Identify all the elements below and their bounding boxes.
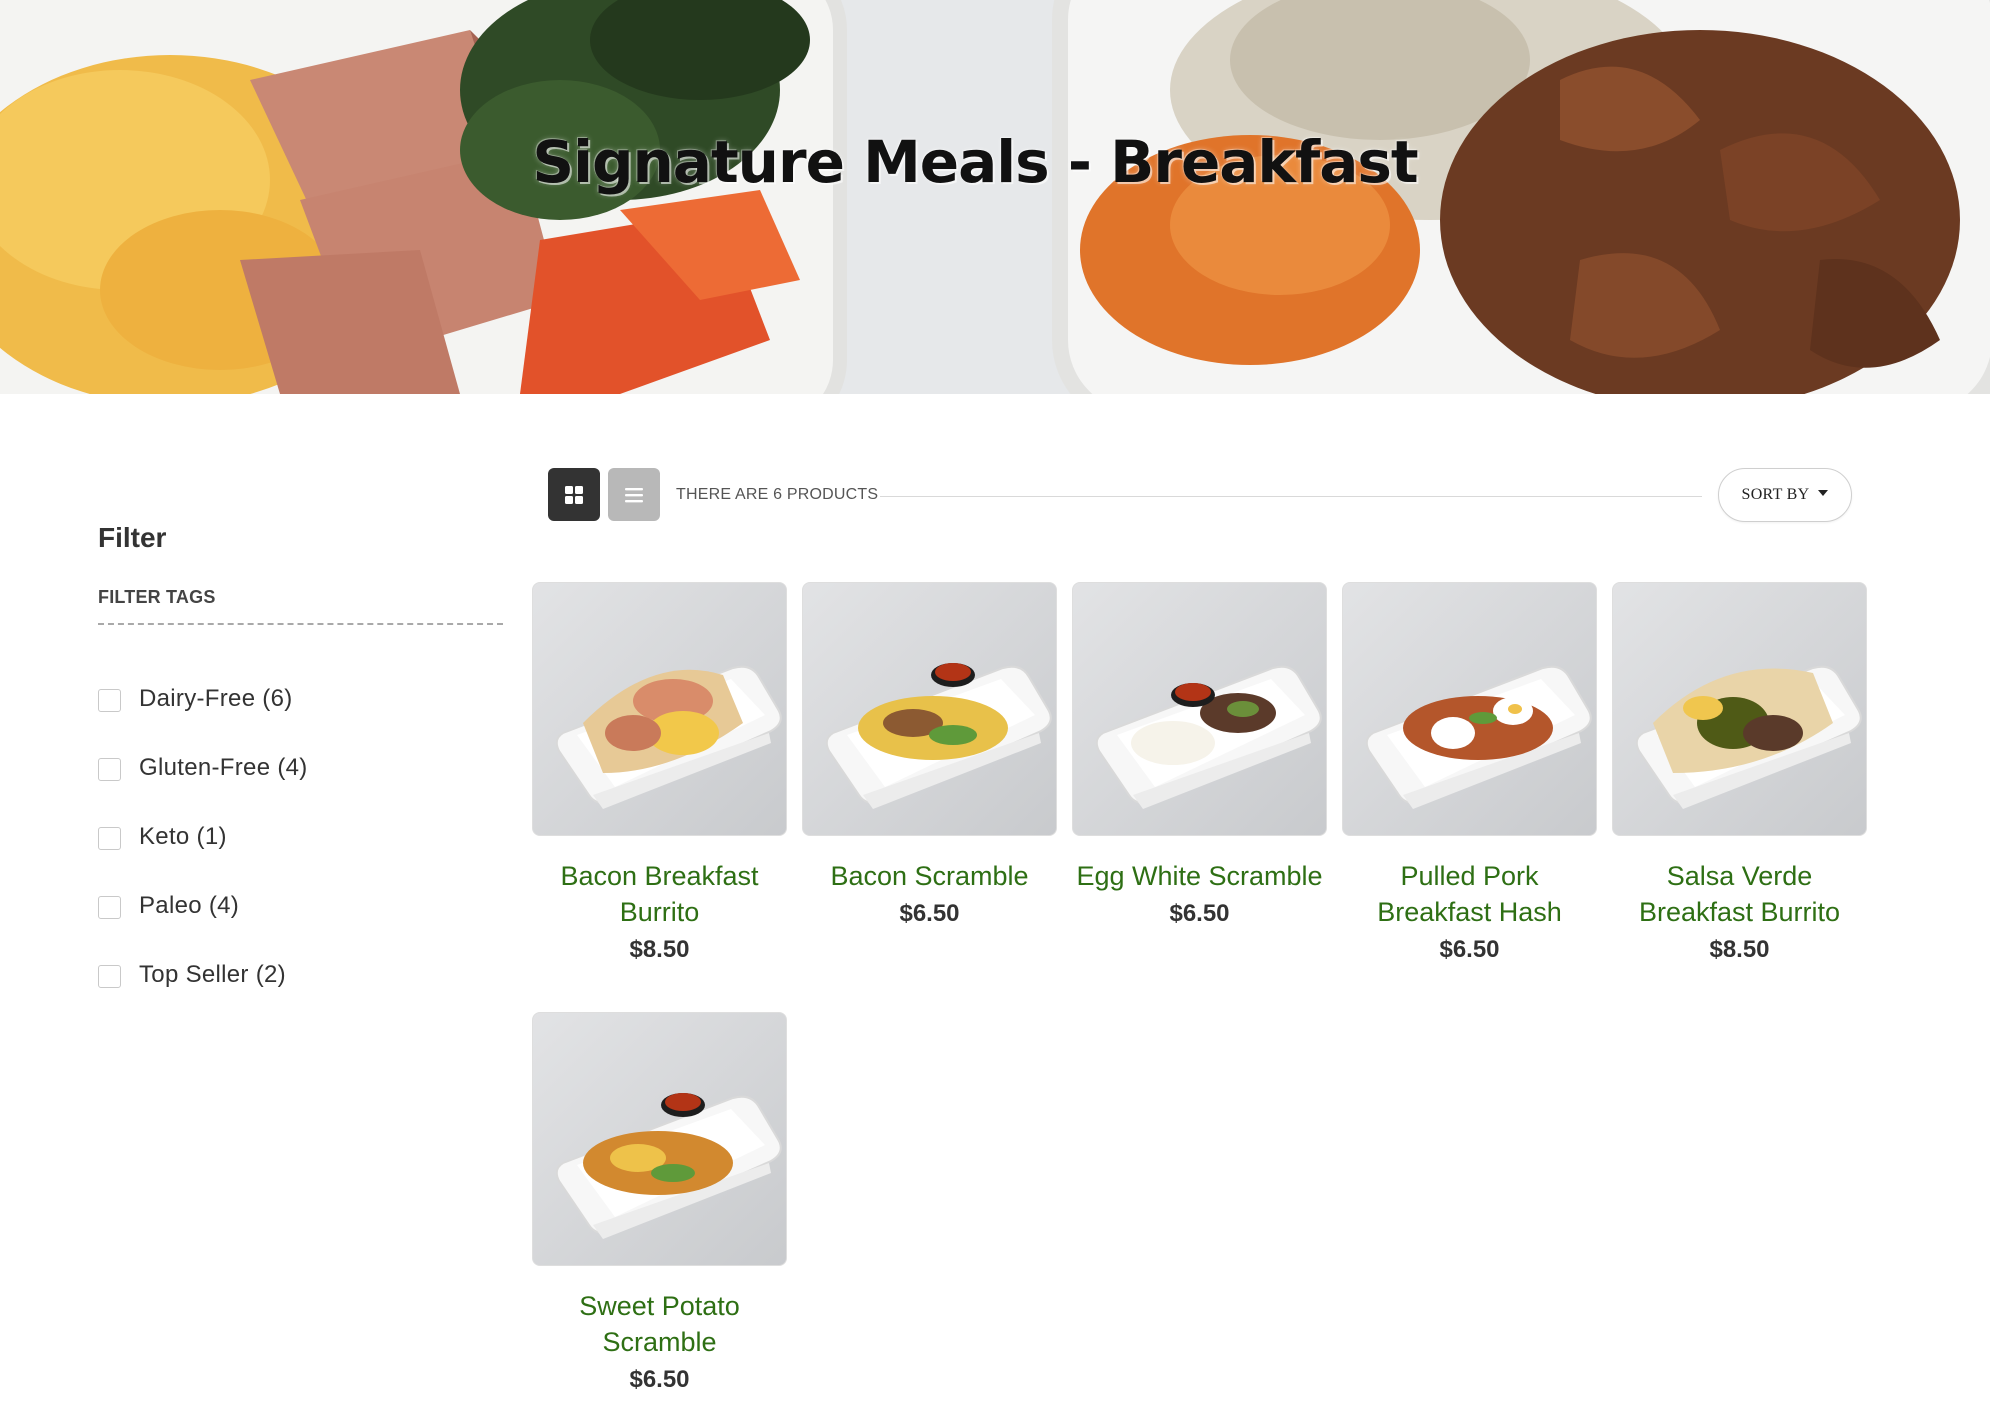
- product-image[interactable]: [802, 582, 1057, 836]
- product-price: $6.50: [1439, 936, 1500, 963]
- page-title: Signature Meals - Breakfast: [532, 128, 1418, 196]
- gluten-free-checkbox[interactable]: [98, 758, 121, 781]
- filter-item-keto[interactable]: Keto (1): [98, 802, 308, 871]
- caret-down-icon: [1818, 490, 1829, 496]
- product-name-link[interactable]: Sweet Potato Scramble: [532, 1288, 787, 1360]
- filter-tags-label: FILTER TAGS: [98, 587, 216, 607]
- product-card: Bacon Breakfast Burrito $8.50: [532, 582, 787, 966]
- product-name-link[interactable]: Bacon Breakfast Burrito: [532, 858, 787, 930]
- product-card: Sweet Potato Scramble $6.50: [532, 1012, 787, 1396]
- filter-label: Dairy-Free (6): [139, 684, 293, 712]
- product-card: Pulled Pork Breakfast Hash $6.50: [1342, 582, 1597, 966]
- filter-item-dairy-free[interactable]: Dairy-Free (6): [98, 664, 308, 733]
- product-name-link[interactable]: Bacon Scramble: [802, 858, 1057, 894]
- top-seller-checkbox[interactable]: [98, 965, 121, 988]
- product-card: Salsa Verde Breakfast Burrito $8.50: [1612, 582, 1867, 966]
- filter-label: Keto (1): [139, 822, 227, 850]
- product-count: THERE ARE 6 PRODUCTS: [676, 486, 879, 503]
- keto-checkbox[interactable]: [98, 827, 121, 850]
- filter-item-top-seller[interactable]: Top Seller (2): [98, 940, 308, 1009]
- filter-divider: [98, 623, 503, 625]
- paleo-checkbox[interactable]: [98, 896, 121, 919]
- product-card: Bacon Scramble $6.50: [802, 582, 1057, 930]
- filter-label: Top Seller (2): [139, 960, 286, 988]
- list-icon: [625, 487, 643, 502]
- hero-banner: Signature Meals - Breakfast: [0, 0, 1990, 394]
- grid-view-button[interactable]: [548, 468, 600, 521]
- sort-by-label: SORT BY: [1741, 486, 1810, 503]
- product-name-link[interactable]: Salsa Verde Breakfast Burrito: [1612, 858, 1867, 930]
- filter-label: Paleo (4): [139, 891, 240, 919]
- toolbar-divider: [880, 496, 1702, 497]
- filter-tag-list: Dairy-Free (6) Gluten-Free (4) Keto (1) …: [98, 664, 308, 1009]
- grid-icon: [565, 485, 583, 504]
- product-price: $6.50: [629, 1366, 690, 1393]
- product-name-link[interactable]: Egg White Scramble: [1072, 858, 1327, 894]
- product-image[interactable]: [1612, 582, 1867, 836]
- product-image[interactable]: [532, 582, 787, 836]
- product-image[interactable]: [532, 1012, 787, 1266]
- filter-item-paleo[interactable]: Paleo (4): [98, 871, 308, 940]
- product-card: Egg White Scramble $6.50: [1072, 582, 1327, 930]
- product-image[interactable]: [1342, 582, 1597, 836]
- product-price: $6.50: [899, 900, 960, 927]
- list-view-button[interactable]: [608, 468, 660, 521]
- product-price: $6.50: [1169, 900, 1230, 927]
- product-price: $8.50: [629, 936, 690, 963]
- filter-item-gluten-free[interactable]: Gluten-Free (4): [98, 733, 308, 802]
- product-image[interactable]: [1072, 582, 1327, 836]
- hero-food-image: [0, 0, 1990, 394]
- dairy-free-checkbox[interactable]: [98, 689, 121, 712]
- product-name-link[interactable]: Pulled Pork Breakfast Hash: [1342, 858, 1597, 930]
- sort-by-button[interactable]: SORT BY: [1718, 468, 1852, 522]
- filter-label: Gluten-Free (4): [139, 753, 308, 781]
- filter-heading: Filter: [98, 522, 167, 553]
- product-price: $8.50: [1709, 936, 1770, 963]
